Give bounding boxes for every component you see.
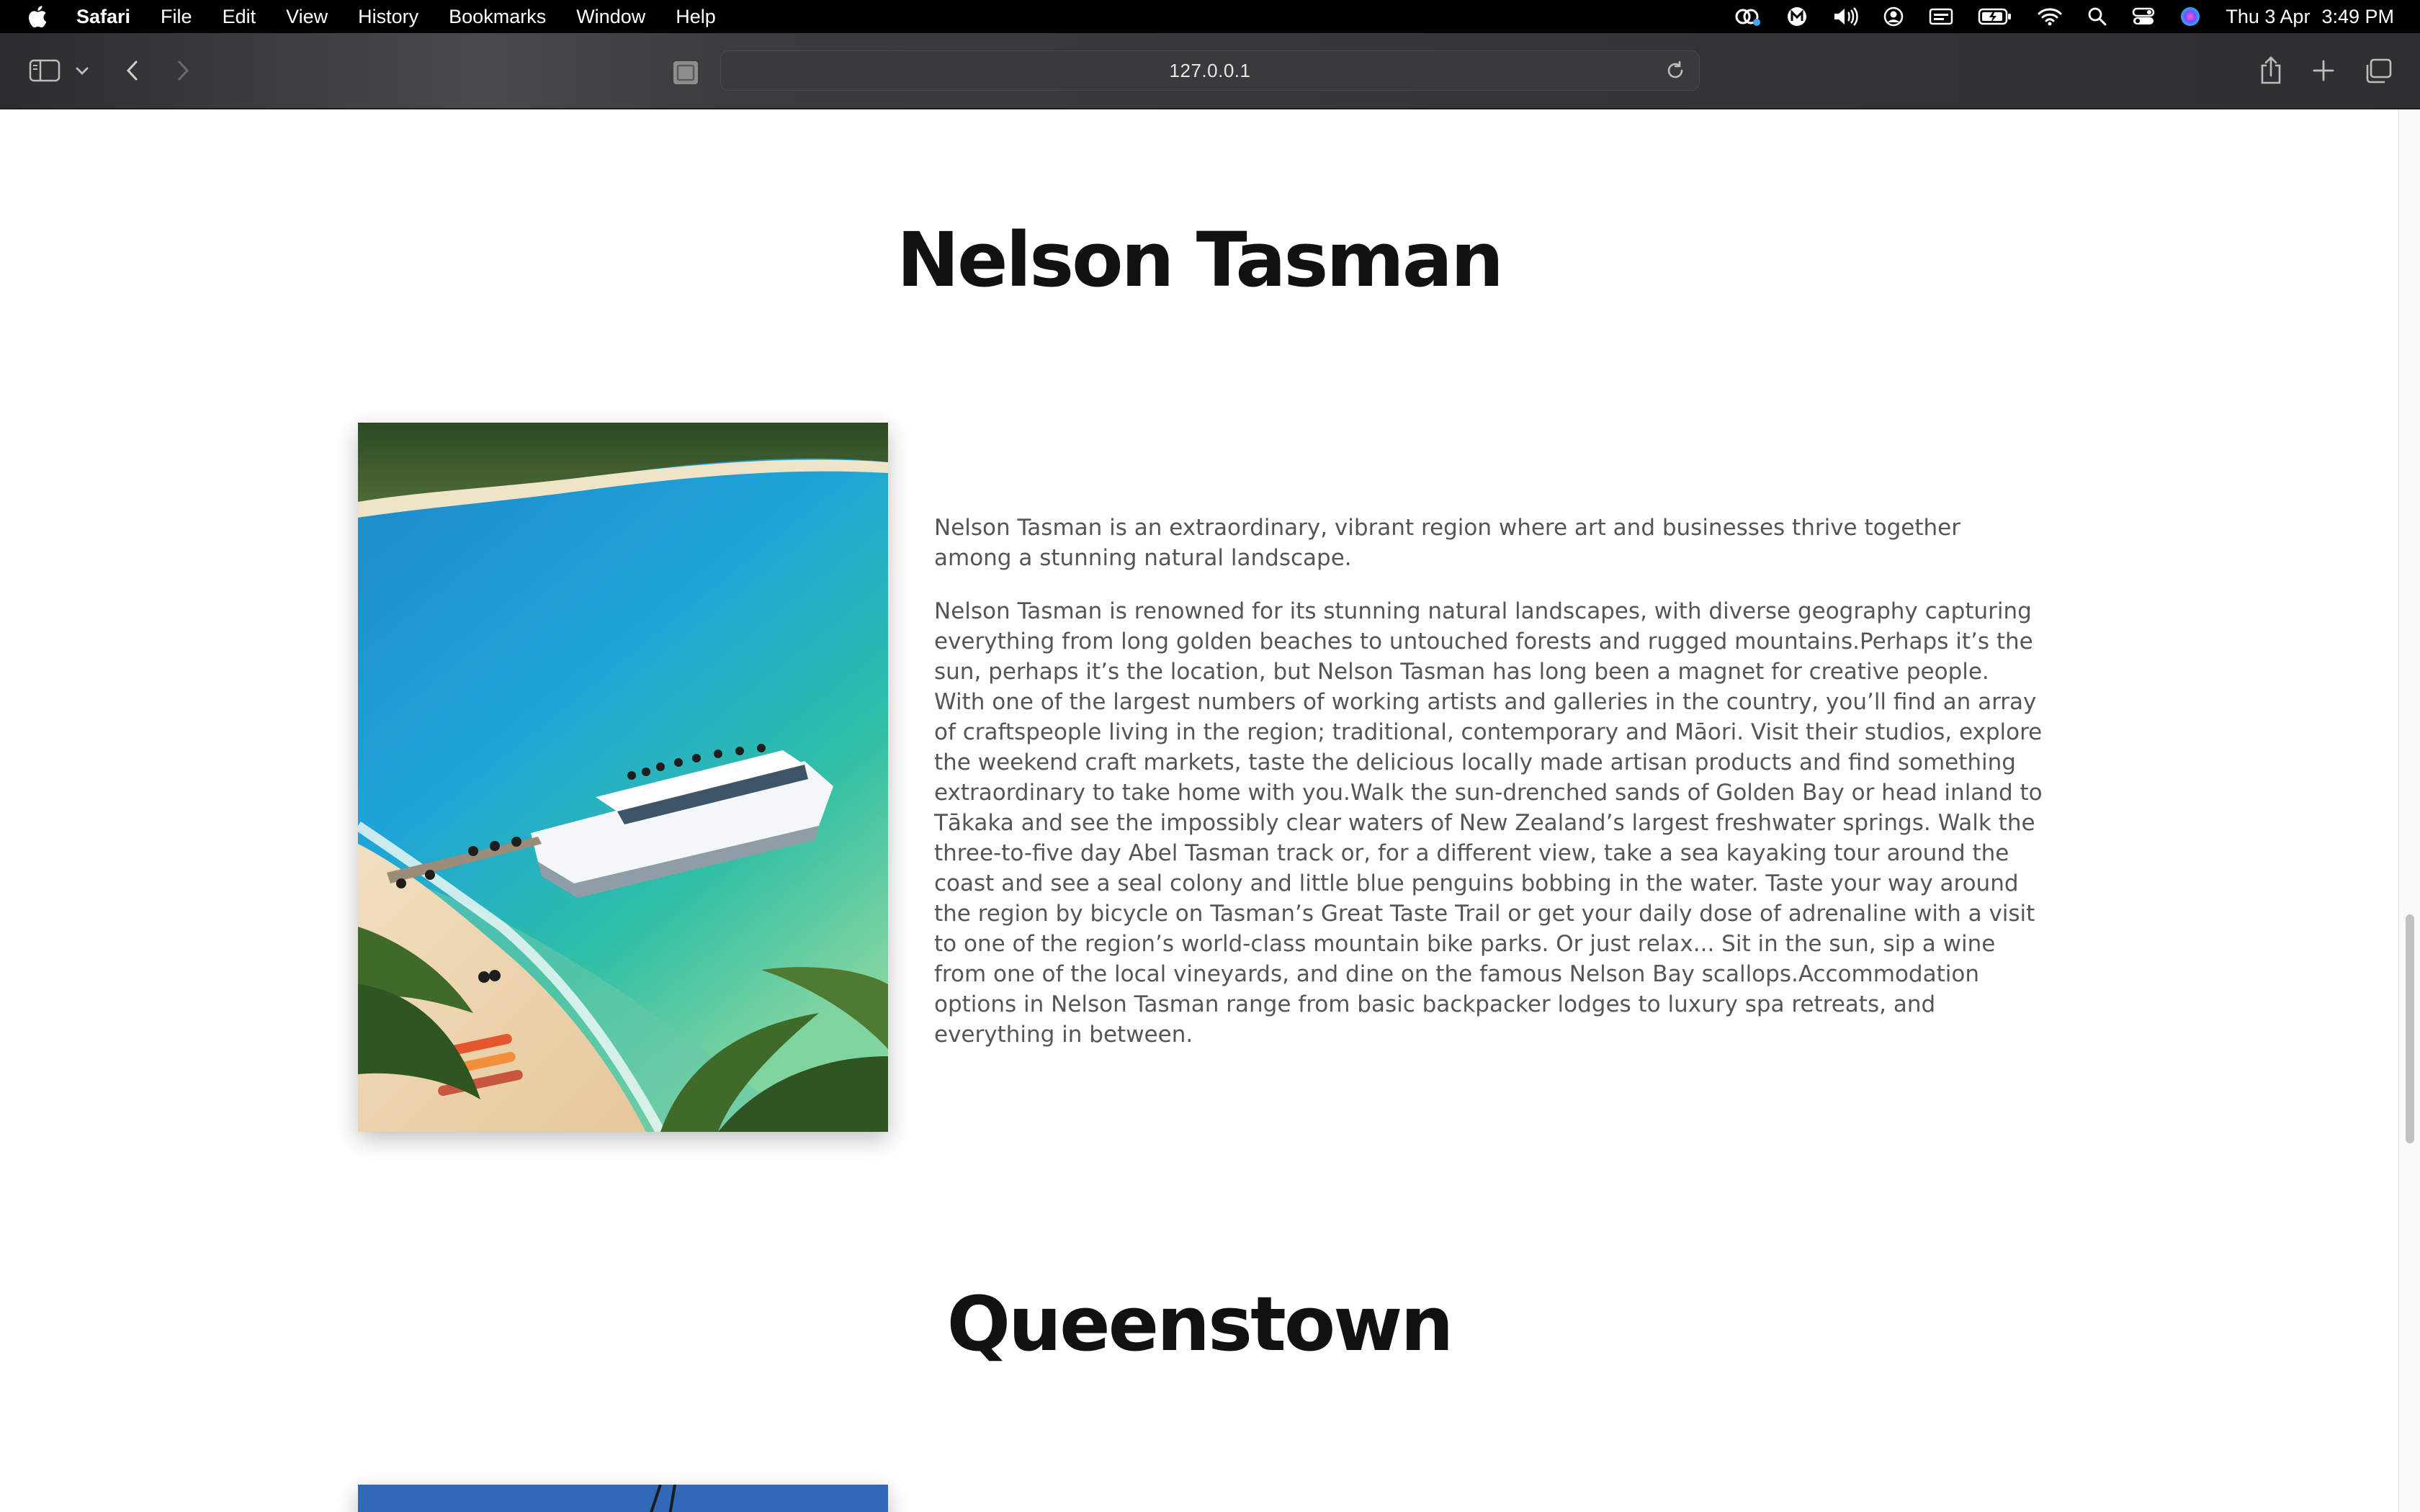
queenstown-photo	[358, 1485, 888, 1512]
section-intro-paragraph: Nelson Tasman is an extraordinary, vibra…	[934, 515, 1960, 571]
reload-icon[interactable]	[1664, 60, 1686, 86]
address-bar-url: 127.0.0.1	[1169, 59, 1251, 81]
chevron-down-icon[interactable]	[72, 62, 92, 79]
spotlight-search-icon[interactable]	[2087, 6, 2107, 27]
page-scrollbar[interactable]	[2398, 109, 2420, 1512]
menu-app-safari[interactable]: Safari	[76, 6, 130, 28]
control-center-icon[interactable]	[2132, 6, 2155, 27]
menubar-clock[interactable]: Thu 3 Apr 3:49 PM	[2226, 6, 2394, 28]
user-account-icon[interactable]	[1883, 6, 1904, 27]
browser-toolbar: 127.0.0.1	[0, 33, 2420, 109]
menu-help[interactable]: Help	[676, 6, 716, 28]
menu-view[interactable]: View	[286, 6, 328, 28]
section-title-queenstown: Queenstown	[946, 1280, 1454, 1368]
nelson-tasman-beach-photo	[358, 423, 888, 1132]
menu-history[interactable]: History	[358, 6, 418, 28]
section-body-paragraph: Nelson Tasman is renowned for its stunni…	[934, 598, 2043, 1048]
keyboard-input-icon[interactable]	[1929, 6, 1953, 27]
share-icon[interactable]	[2257, 55, 2285, 86]
menubar-time: 3:49 PM	[2321, 5, 2394, 27]
wifi-icon[interactable]	[2037, 6, 2063, 27]
menu-edit[interactable]: Edit	[223, 6, 256, 28]
menu-bookmarks[interactable]: Bookmarks	[449, 6, 546, 28]
menu-bar: Safari File Edit View History Bookmarks …	[0, 0, 2420, 33]
page-menu-icon[interactable]	[671, 59, 700, 86]
sidebar-toggle-icon[interactable]	[27, 58, 62, 84]
status-area: Thu 3 Apr 3:49 PM	[1733, 0, 2394, 33]
menubar-date: Thu 3 Apr	[2226, 5, 2311, 27]
new-tab-plus-icon[interactable]	[2311, 58, 2336, 84]
apple-logo-icon[interactable]	[27, 4, 49, 29]
creative-cloud-icon[interactable]	[1733, 6, 1762, 27]
malwarebytes-icon[interactable]	[1786, 6, 1808, 27]
menu-file[interactable]: File	[161, 6, 192, 28]
siri-icon[interactable]	[2179, 6, 2201, 27]
back-arrow-icon[interactable]	[120, 58, 145, 84]
battery-icon[interactable]	[1978, 7, 2012, 26]
address-bar[interactable]: 127.0.0.1	[720, 50, 1700, 91]
menu-window[interactable]: Window	[576, 6, 645, 28]
section-title-nelson-tasman: Nelson Tasman	[896, 216, 1504, 304]
web-page: Nelson Tasman Nelson Tasman is an extrao…	[0, 109, 2398, 1512]
nelson-tasman-description: Nelson Tasman is an extraordinary, vibra…	[934, 513, 2043, 1050]
forward-arrow-icon[interactable]	[170, 58, 196, 84]
page-scrollbar-thumb[interactable]	[2406, 914, 2414, 1143]
tab-overview-icon[interactable]	[2364, 58, 2393, 85]
volume-icon[interactable]	[1832, 6, 1859, 27]
